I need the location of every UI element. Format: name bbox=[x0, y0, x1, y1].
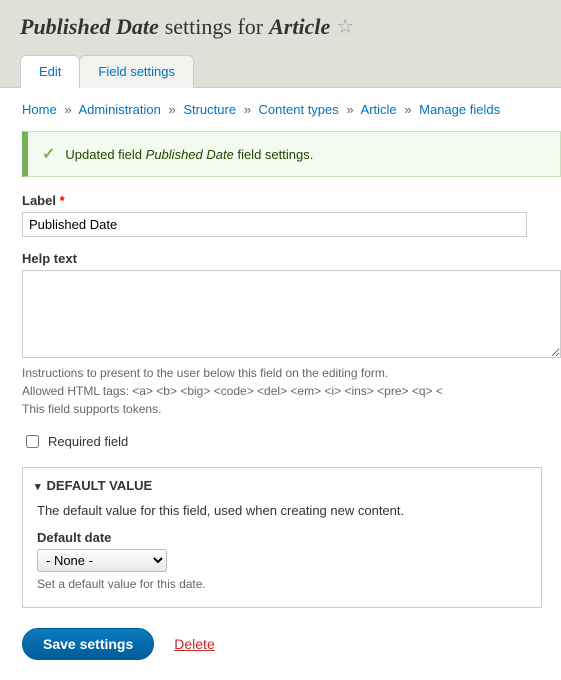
tab-edit[interactable]: Edit bbox=[20, 55, 80, 88]
header-region: Published Date settings for Article ☆ Ed… bbox=[0, 0, 561, 88]
status-message-text: Updated field Published Date field setti… bbox=[65, 147, 313, 162]
label-field-label: Label * bbox=[22, 193, 561, 208]
help-desc-line2-prefix: Allowed HTML tags: bbox=[22, 384, 132, 398]
default-value-body: The default value for this field, used w… bbox=[23, 503, 541, 607]
help-desc-line2: Allowed HTML tags: <a> <b> <big> <code> … bbox=[22, 382, 561, 400]
breadcrumb-sep: » bbox=[404, 102, 411, 117]
default-date-label: Default date bbox=[37, 530, 527, 545]
page-title-middle: settings for bbox=[165, 14, 263, 40]
help-text-textarea[interactable] bbox=[22, 270, 561, 358]
breadcrumb-article[interactable]: Article bbox=[361, 102, 397, 117]
page-title-field: Published Date bbox=[20, 14, 159, 40]
help-desc-line3: This field supports tokens. bbox=[22, 400, 561, 418]
help-desc-line2-tags: <a> <b> <big> <code> <del> <em> <i> <ins… bbox=[132, 384, 443, 398]
tabs: Edit Field settings bbox=[20, 54, 541, 87]
status-prefix: Updated field bbox=[65, 147, 142, 162]
status-message: ✓ Updated field Published Date field set… bbox=[22, 131, 561, 177]
default-date-hint: Set a default value for this date. bbox=[37, 575, 527, 593]
required-checkbox-label[interactable]: Required field bbox=[48, 434, 128, 449]
help-text-description: Instructions to present to the user belo… bbox=[22, 364, 561, 418]
breadcrumb-home[interactable]: Home bbox=[22, 102, 57, 117]
breadcrumb-content-types[interactable]: Content types bbox=[259, 102, 339, 117]
breadcrumb-sep: » bbox=[64, 102, 71, 117]
help-desc-line1: Instructions to present to the user belo… bbox=[22, 364, 561, 382]
tab-field-settings[interactable]: Field settings bbox=[79, 55, 194, 88]
star-icon[interactable]: ☆ bbox=[336, 17, 354, 37]
breadcrumb-sep: » bbox=[346, 102, 353, 117]
default-date-item: Default date - None - Set a default valu… bbox=[37, 530, 527, 593]
breadcrumb-manage-fields[interactable]: Manage fields bbox=[419, 102, 500, 117]
breadcrumb-structure[interactable]: Structure bbox=[183, 102, 236, 117]
content-region: Home » Administration » Structure » Cont… bbox=[0, 88, 561, 680]
label-text: Label bbox=[22, 193, 56, 208]
status-suffix: field settings. bbox=[237, 147, 313, 162]
default-value-description: The default value for this field, used w… bbox=[37, 503, 527, 518]
breadcrumb-sep: » bbox=[168, 102, 175, 117]
check-icon: ✓ bbox=[42, 144, 55, 164]
breadcrumb-administration[interactable]: Administration bbox=[78, 102, 160, 117]
breadcrumb-sep: » bbox=[244, 102, 251, 117]
default-value-fieldset: DEFAULT VALUE The default value for this… bbox=[22, 467, 542, 608]
form-actions: Save settings Delete bbox=[22, 628, 561, 660]
delete-link[interactable]: Delete bbox=[174, 636, 214, 652]
page-title: Published Date settings for Article ☆ bbox=[20, 14, 541, 40]
required-mark: * bbox=[60, 193, 65, 208]
save-button[interactable]: Save settings bbox=[22, 628, 154, 660]
label-field-item: Label * bbox=[22, 193, 561, 237]
status-field-name: Published Date bbox=[146, 147, 234, 162]
default-value-summary[interactable]: DEFAULT VALUE bbox=[23, 468, 541, 503]
required-field-row: Required field bbox=[22, 432, 561, 451]
label-input[interactable] bbox=[22, 212, 527, 237]
required-checkbox[interactable] bbox=[26, 435, 39, 448]
breadcrumb: Home » Administration » Structure » Cont… bbox=[22, 102, 561, 117]
page-title-entity: Article bbox=[269, 14, 330, 40]
help-text-label: Help text bbox=[22, 251, 561, 266]
default-date-select[interactable]: - None - bbox=[37, 549, 167, 572]
help-text-item: Help text Instructions to present to the… bbox=[22, 251, 561, 418]
